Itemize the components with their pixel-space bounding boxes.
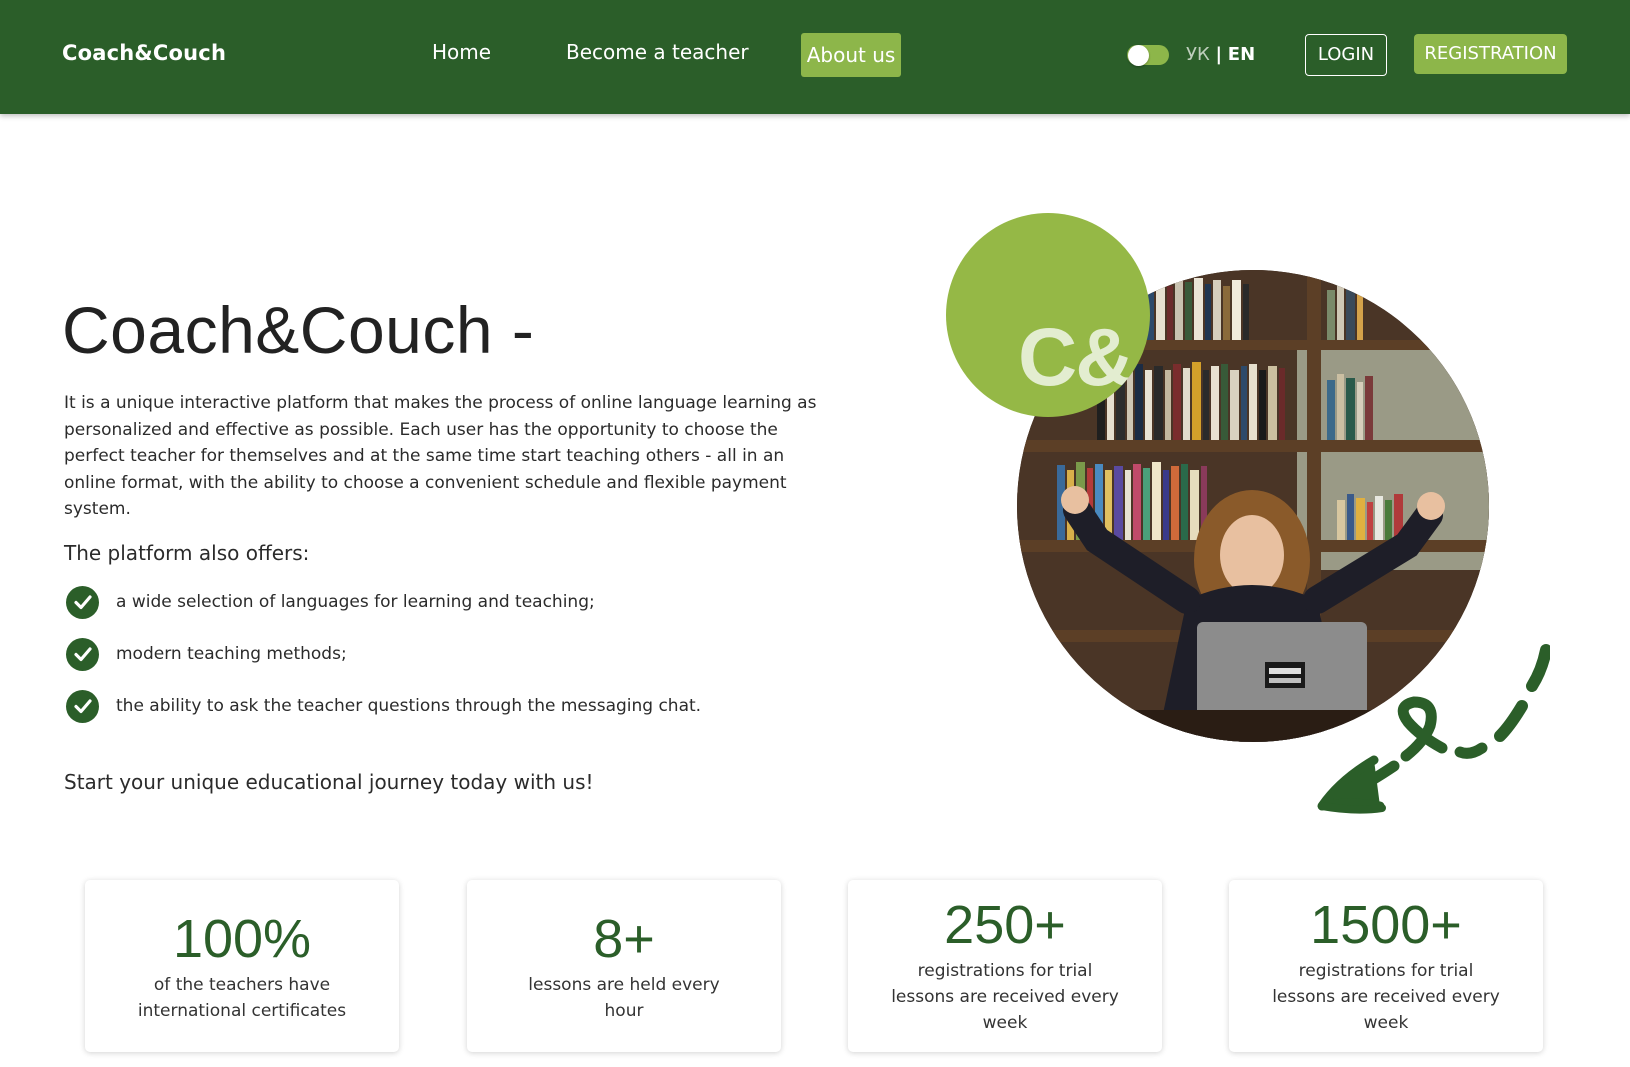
offer-item: the ability to ask the teacher questions…: [66, 689, 701, 723]
lang-uk-option[interactable]: УК: [1186, 44, 1210, 65]
hero-description: It is a unique interactive platform that…: [64, 393, 817, 519]
check-icon: [66, 585, 99, 619]
logo[interactable]: Coach&Couch: [62, 41, 226, 65]
offers-heading: The platform also offers:: [64, 541, 310, 565]
offer-text: the ability to ask the teacher questions…: [116, 696, 702, 716]
stat-label: lessons are held every hour: [528, 975, 720, 1021]
stat-label: registrations for trial lessons are rece…: [891, 961, 1119, 1033]
toggle-knob-icon: [1128, 45, 1149, 66]
check-icon: [66, 689, 99, 723]
stat-card: 100% of the teachers have international …: [85, 880, 399, 1052]
theme-toggle[interactable]: [1127, 45, 1169, 66]
login-button[interactable]: LOGIN: [1305, 34, 1387, 76]
registration-button[interactable]: REGISTRATION: [1414, 34, 1567, 74]
cta-text: Start your unique educational journey to…: [64, 770, 594, 794]
stat-card: 1500+ registrations for trial lessons ar…: [1229, 880, 1543, 1052]
lang-separator: |: [1215, 44, 1223, 65]
language-switcher: УК | EN: [1186, 44, 1255, 65]
stat-number: 1500+: [1310, 895, 1462, 955]
nav-about-us[interactable]: About us: [801, 33, 901, 77]
hero-title: Coach&Couch -: [62, 293, 535, 367]
site-header: Coach&Couch Home Become a teacher About …: [0, 0, 1630, 114]
offer-text: modern teaching methods;: [116, 644, 347, 664]
stat-card: 250+ registrations for trial lessons are…: [848, 880, 1162, 1052]
stat-number: 8+: [593, 909, 655, 969]
badge-text: C&: [1018, 312, 1134, 403]
decorative-arrow-icon: [1317, 644, 1550, 814]
stat-card: 8+ lessons are held every hour: [467, 880, 781, 1052]
check-icon: [66, 637, 99, 671]
brand-badge: C&: [946, 213, 1150, 417]
nav-become-teacher[interactable]: Become a teacher: [566, 30, 749, 74]
stat-label: registrations for trial lessons are rece…: [1272, 961, 1500, 1033]
offer-item: a wide selection of languages for learni…: [66, 585, 595, 619]
offer-item: modern teaching methods;: [66, 637, 347, 671]
lang-en-option[interactable]: EN: [1228, 44, 1255, 65]
stat-number: 250+: [944, 895, 1066, 955]
offer-text: a wide selection of languages for learni…: [116, 592, 595, 612]
stat-number: 100%: [172, 909, 312, 969]
nav-home[interactable]: Home: [432, 30, 491, 74]
stat-label: of the teachers have international certi…: [137, 975, 347, 1021]
